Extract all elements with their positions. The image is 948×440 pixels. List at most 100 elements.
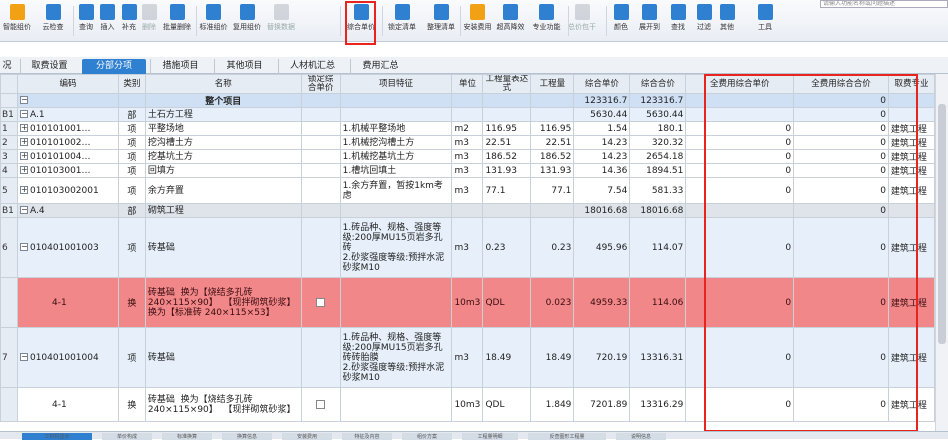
- cell-code[interactable]: +010103002001: [16, 177, 119, 204]
- cell-code[interactable]: +4-1: [16, 387, 119, 422]
- cell-cat[interactable]: 换: [117, 277, 146, 328]
- cell-cat[interactable]: 项: [117, 177, 146, 204]
- cell-total[interactable]: 5630.44: [629, 107, 687, 122]
- column-header[interactable]: 名称: [144, 74, 302, 94]
- cell-code[interactable]: +4-1: [16, 277, 119, 328]
- cell-feature[interactable]: [339, 277, 453, 328]
- cell-lock[interactable]: [300, 203, 341, 218]
- cell-qty[interactable]: [530, 107, 575, 122]
- cell-expr[interactable]: 116.95: [482, 121, 532, 136]
- cell-qty[interactable]: 116.95: [530, 121, 575, 136]
- cell-price[interactable]: 4959.33: [573, 277, 631, 328]
- tree-toggle-icon[interactable]: +: [19, 124, 28, 132]
- tree-toggle-icon[interactable]: +: [19, 138, 28, 146]
- column-header[interactable]: 全费用综合单价: [685, 74, 795, 94]
- column-header[interactable]: 编码: [16, 74, 119, 94]
- column-header[interactable]: 取费专业: [887, 74, 935, 94]
- cell-lock[interactable]: [300, 163, 341, 178]
- cell-unit[interactable]: m3: [451, 217, 484, 278]
- cell-cat[interactable]: 项: [117, 327, 146, 388]
- cell-qty[interactable]: 22.51: [530, 135, 575, 150]
- toolbar-button-14[interactable]: 超高降效: [494, 4, 527, 40]
- cell-price[interactable]: 720.19: [573, 327, 631, 388]
- cell-lock[interactable]: [300, 177, 341, 204]
- scroll-thumb[interactable]: [938, 104, 946, 344]
- cell-spec[interactable]: 建筑工程: [887, 163, 935, 178]
- tree-toggle-icon[interactable]: −: [19, 96, 28, 104]
- cell-price[interactable]: 123316.7: [573, 93, 631, 108]
- toolbar-button-13[interactable]: 安装费用: [461, 4, 494, 40]
- tree-toggle-icon[interactable]: −: [19, 206, 28, 214]
- cell-name[interactable]: 整个项目: [144, 93, 302, 108]
- tree-toggle-icon[interactable]: +: [19, 152, 28, 160]
- cell-expr[interactable]: QDL: [482, 387, 532, 422]
- cell-feature[interactable]: [339, 93, 453, 108]
- toolbar-button-16[interactable]: 总价包干: [566, 4, 598, 40]
- toolbar-button-6[interactable]: 批量删除: [158, 4, 196, 40]
- table-row[interactable]: B1− A.1 部土石方工程 5630.44 5630.44 0: [0, 107, 935, 122]
- cell-rh[interactable]: [0, 277, 18, 328]
- cell-unit[interactable]: m3: [451, 177, 484, 204]
- cell-price[interactable]: 18016.68: [573, 203, 631, 218]
- cell-name[interactable]: 挖沟槽土方: [144, 135, 302, 150]
- toolbar-button-21[interactable]: 其他: [716, 4, 738, 40]
- lock-checkbox[interactable]: [316, 297, 326, 307]
- table-row[interactable]: 5 +010103002001 项余方弃置 1.余方弃置，暂按1km考虑 m3 77.1 7…: [0, 177, 935, 204]
- cell-total[interactable]: 13316.31: [629, 327, 687, 388]
- cell-rh[interactable]: 3: [0, 149, 18, 164]
- cell-qty[interactable]: [530, 203, 575, 218]
- cell-fprice[interactable]: 0: [685, 277, 795, 328]
- cell-ftotal[interactable]: 0: [793, 327, 889, 388]
- cell-total[interactable]: 13316.29: [629, 387, 687, 422]
- cell-total[interactable]: 320.32: [629, 135, 687, 150]
- cell-name[interactable]: 土石方工程: [144, 107, 302, 122]
- cell-cat[interactable]: [117, 93, 146, 108]
- vertical-scrollbar[interactable]: [935, 74, 948, 431]
- cell-price[interactable]: 14.23: [573, 135, 631, 150]
- table-row[interactable]: +4-1 换砖基础 换为【烧结多孔砖 240×115×90】 【现拌砌筑砂浆】 换…: [0, 277, 935, 328]
- cell-code[interactable]: −: [16, 93, 119, 108]
- cell-feature[interactable]: 1.余方弃置，暂按1km考虑: [339, 177, 453, 204]
- cell-price[interactable]: 7201.89: [573, 387, 631, 422]
- column-header[interactable]: 工程量表达式: [482, 74, 532, 94]
- cell-unit[interactable]: [451, 203, 484, 218]
- cell-cat[interactable]: 项: [117, 121, 146, 136]
- tab-fee-settings[interactable]: 取费设置: [20, 59, 78, 74]
- toolbar-button-5[interactable]: 删除: [140, 4, 158, 40]
- cell-feature[interactable]: 1.机械平整场地: [339, 121, 453, 136]
- cell-spec[interactable]: 建筑工程: [887, 327, 935, 388]
- cell-ftotal[interactable]: 0: [793, 121, 889, 136]
- table-row[interactable]: 3 +010101004… 项挖基坑土方 1.机械挖基坑土方 m3 186.52 186.5…: [0, 149, 935, 164]
- cell-qty[interactable]: 186.52: [530, 149, 575, 164]
- tree-toggle-icon[interactable]: −: [19, 110, 28, 118]
- cell-price[interactable]: 14.36: [573, 163, 631, 178]
- cell-qty[interactable]: 77.1: [530, 177, 575, 204]
- cell-spec[interactable]: 建筑工程: [887, 149, 935, 164]
- cell-unit[interactable]: m3: [451, 149, 484, 164]
- cell-feature[interactable]: 1.槽坑回填土: [339, 163, 453, 178]
- cell-ftotal[interactable]: 0: [793, 217, 889, 278]
- cell-lock[interactable]: [300, 277, 341, 328]
- tree-toggle-icon[interactable]: +: [19, 166, 28, 174]
- tree-toggle-icon[interactable]: −: [19, 243, 28, 251]
- cell-qty[interactable]: 0.023: [530, 277, 575, 328]
- cell-feature[interactable]: 1.机械挖沟槽土方: [339, 135, 453, 150]
- cell-price[interactable]: 495.96: [573, 217, 631, 278]
- cell-cat[interactable]: 部: [117, 203, 146, 218]
- cell-code[interactable]: − A.4: [16, 203, 119, 218]
- cell-cat[interactable]: 换: [117, 387, 146, 422]
- cell-code[interactable]: +010101002…: [16, 135, 119, 150]
- cell-fprice[interactable]: [685, 93, 795, 108]
- cell-price[interactable]: 14.23: [573, 149, 631, 164]
- tab-sub-items[interactable]: 分部分项: [82, 59, 146, 74]
- cell-code[interactable]: −010401001004: [16, 327, 119, 388]
- table-row[interactable]: 2 +010101002… 项挖沟槽土方 1.机械挖沟槽土方 m3 22.51 22.51 1…: [0, 135, 935, 150]
- cell-unit[interactable]: 10m3: [451, 277, 484, 328]
- cell-qty[interactable]: 0.23: [530, 217, 575, 278]
- cell-code[interactable]: +010101001…: [16, 121, 119, 136]
- cell-code[interactable]: +010101004…: [16, 149, 119, 164]
- table-row[interactable]: 4 +010103001… 项回填方 1.槽坑回填土 m3 131.93 131.93 14.…: [0, 163, 935, 178]
- tab-fee-summary[interactable]: 费用汇总: [350, 59, 410, 74]
- cell-rh[interactable]: [0, 93, 18, 108]
- cell-rh[interactable]: 6: [0, 217, 18, 278]
